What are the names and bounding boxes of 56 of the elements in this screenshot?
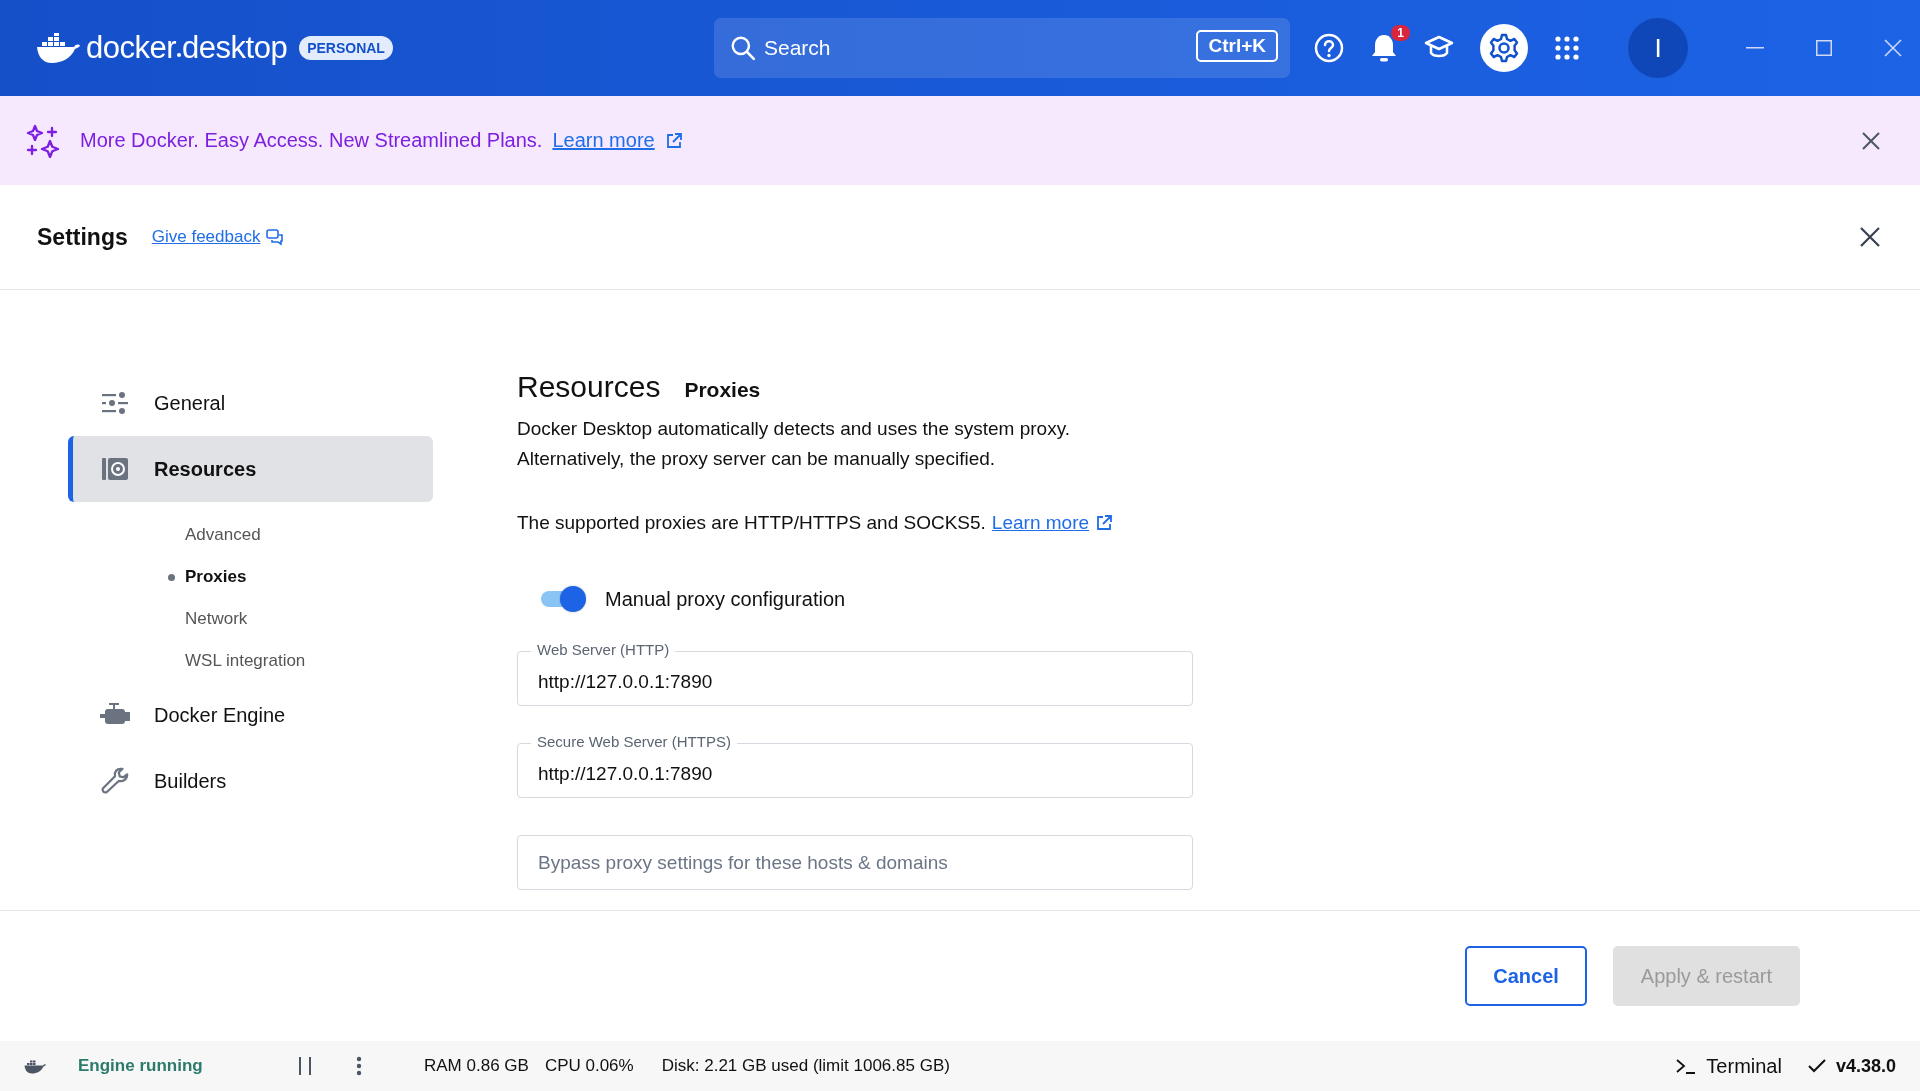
sidebar-item[interactable]: Resources xyxy=(68,436,433,502)
supported-proxies-text: The supported proxies are HTTP/HTTPS and SOCKS5. xyxy=(517,512,986,534)
maximize-icon[interactable] xyxy=(1816,40,1832,56)
sliders-icon xyxy=(100,392,130,414)
section-title: Proxies xyxy=(684,378,761,402)
help-icon[interactable] xyxy=(1314,33,1344,63)
settings-icon xyxy=(1489,33,1519,63)
whale-logo-icon xyxy=(36,33,80,63)
sidebar-subitem[interactable]: Proxies xyxy=(68,556,433,598)
brand-name: docker xyxy=(86,30,177,66)
sidebar-subitem[interactable]: Network xyxy=(68,598,433,640)
cpu-usage: CPU 0.06% xyxy=(544,1056,634,1076)
engine-status: Engine running xyxy=(78,1056,204,1076)
plan-badge: PERSONAL xyxy=(299,36,393,60)
sidebar-subitem[interactable]: Advanced xyxy=(68,514,433,556)
sidebar-item[interactable]: General xyxy=(68,370,433,436)
external-link-icon xyxy=(1095,514,1114,532)
page-title: Resources xyxy=(517,370,661,404)
give-feedback-link[interactable]: Give feedback xyxy=(151,227,261,247)
whale-icon xyxy=(24,1058,46,1074)
checkmark-icon xyxy=(1807,1059,1826,1073)
notification-bell-icon[interactable] xyxy=(1370,33,1398,63)
engine-icon xyxy=(100,703,130,727)
brand-product: desktop xyxy=(182,30,288,66)
learn-more-link[interactable]: Learn more xyxy=(991,512,1090,534)
sidebar-item[interactable]: Builders xyxy=(68,748,433,814)
action-button[interactable]: Cancel xyxy=(1465,946,1587,1006)
disk-usage: Disk: 2.21 GB used (limit 1006.85 GB) xyxy=(661,1056,950,1076)
text-field[interactable]: Bypass proxy settings for these hosts & domains xyxy=(517,835,1193,890)
shortcut-key: Ctrl+K xyxy=(1196,30,1278,62)
terminal-button[interactable]: Terminal xyxy=(1706,1054,1782,1078)
toggle-label: Manual proxy configuration xyxy=(605,587,846,611)
chat-bubbles-icon xyxy=(266,228,285,246)
toggle-switch[interactable] xyxy=(539,584,587,614)
settings-title: Settings xyxy=(37,223,128,251)
close-icon[interactable] xyxy=(1860,227,1880,247)
terminal-icon xyxy=(1676,1058,1697,1074)
banner-message: More Docker. Easy Access. New Streamlined Plans. xyxy=(80,129,543,152)
pause-icon[interactable] xyxy=(298,1057,312,1075)
settings-button[interactable] xyxy=(1480,24,1528,72)
disk-icon xyxy=(100,457,130,481)
apps-grid-icon[interactable] xyxy=(1554,35,1580,61)
learn-more-link[interactable]: Learn more xyxy=(552,129,655,152)
sparkles-icon xyxy=(26,123,60,158)
wrench-icon xyxy=(100,765,130,797)
sidebar-subitem[interactable]: WSL integration xyxy=(68,640,433,682)
search-icon xyxy=(730,35,756,61)
version-label: v4.38.0 xyxy=(1835,1055,1896,1077)
description-text: Docker Desktop automatically detects and uses the system proxy. Alternatively, the proxy server can be manually specified. xyxy=(517,417,1071,471)
external-link-icon xyxy=(664,131,683,150)
notification-count: 1 xyxy=(1391,25,1410,41)
sidebar-item[interactable]: Docker Engine xyxy=(68,682,433,748)
account-avatar[interactable]: I xyxy=(1628,18,1688,78)
ram-usage: RAM 0.86 GB xyxy=(424,1056,529,1076)
close-icon[interactable] xyxy=(1862,131,1880,150)
more-options-icon[interactable] xyxy=(356,1056,362,1076)
